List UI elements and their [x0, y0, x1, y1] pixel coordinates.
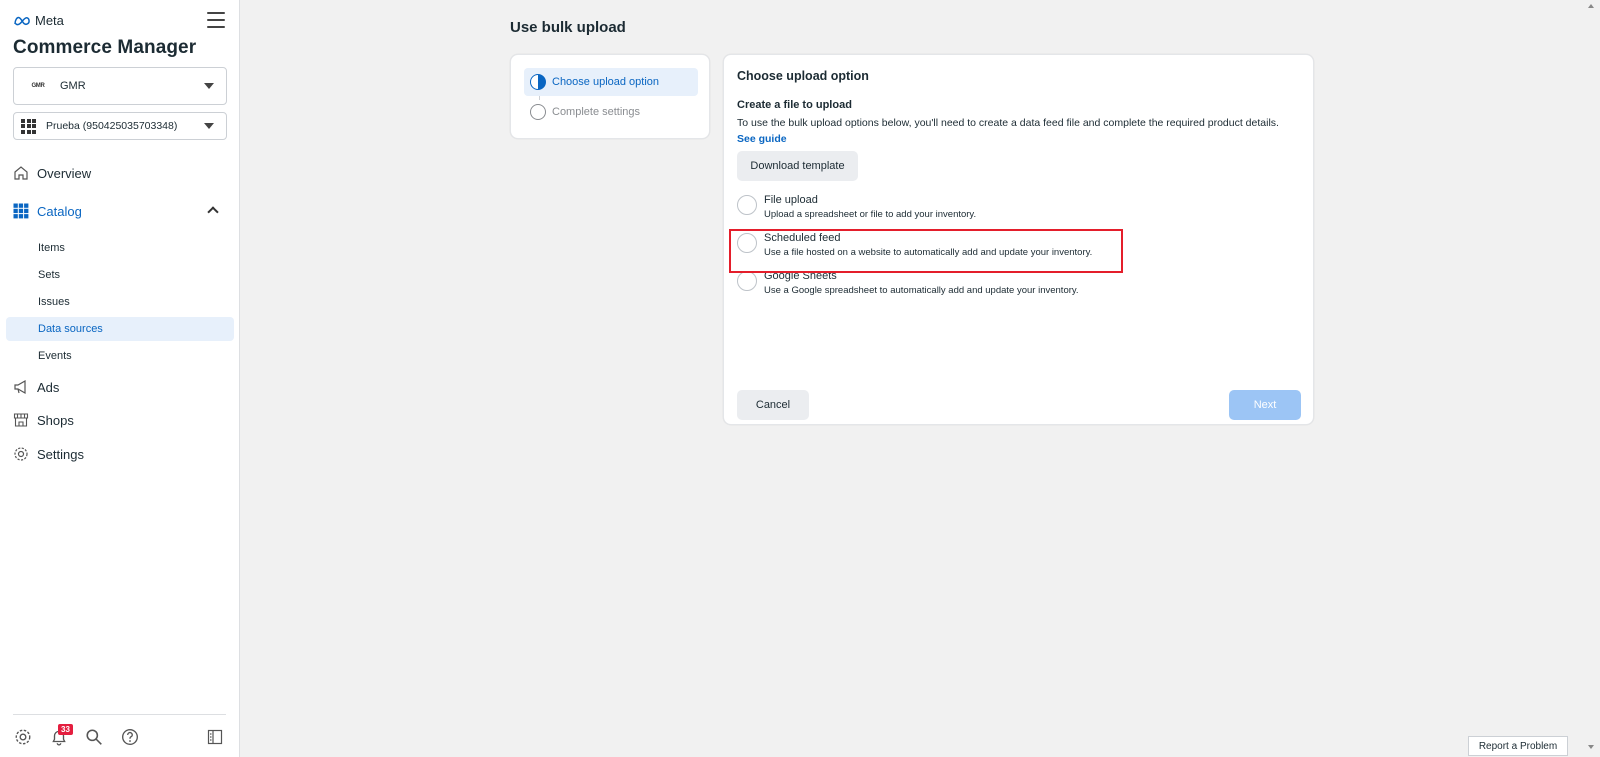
option-title: Scheduled feed — [764, 232, 841, 244]
download-template-button[interactable]: Download template — [737, 151, 858, 181]
option-description: Use a file hosted on a website to automa… — [764, 247, 1093, 258]
meta-brand-label: Meta — [35, 13, 64, 28]
card-description: To use the bulk upload options below, yo… — [737, 115, 1297, 147]
sidebar-item-events[interactable]: Events — [6, 344, 234, 368]
step-empty-icon — [530, 104, 546, 120]
nav-ads-label: Ads — [37, 379, 60, 395]
step-pending-label: Complete settings — [552, 106, 641, 118]
nav-shops[interactable]: Shops — [13, 412, 74, 428]
step-progress-icon — [530, 74, 546, 90]
nav-ads[interactable]: Ads — [13, 379, 59, 395]
business-selector[interactable]: GMR GMR — [13, 67, 227, 105]
card-description-text: To use the bulk upload options below, yo… — [737, 117, 1279, 129]
sidebar-divider — [13, 714, 226, 715]
cancel-button[interactable]: Cancel — [737, 390, 809, 420]
sidebar-item-data-sources[interactable]: Data sources — [6, 317, 234, 341]
business-name: GMR — [60, 80, 86, 92]
step-current-label: Choose upload option — [552, 76, 660, 88]
radio-google-sheets[interactable] — [737, 271, 757, 291]
report-problem-button[interactable]: Report a Problem — [1468, 736, 1568, 756]
option-scheduled-feed[interactable]: Scheduled feed Use a file hosted on a we… — [737, 231, 1297, 265]
sidebar-item-items[interactable]: Items — [6, 236, 234, 260]
home-icon — [13, 165, 29, 181]
shop-icon — [13, 412, 29, 428]
radio-file-upload[interactable] — [737, 195, 757, 215]
caret-down-icon — [204, 123, 214, 129]
gear-icon — [13, 446, 29, 462]
app-title: Commerce Manager — [13, 37, 197, 58]
megaphone-icon — [13, 379, 29, 395]
meta-logo-icon — [14, 16, 30, 25]
settings-gear-icon[interactable] — [13, 727, 33, 747]
menu-icon[interactable] — [207, 12, 225, 28]
caret-down-icon — [204, 83, 214, 89]
page-title: Use bulk upload — [510, 19, 626, 36]
step-complete-settings[interactable]: Complete settings — [524, 98, 698, 126]
option-file-upload[interactable]: File upload Upload a spreadsheet or file… — [737, 193, 1297, 227]
sidebar-item-issues[interactable]: Issues — [6, 290, 234, 314]
option-google-sheets[interactable]: Google Sheets Use a Google spreadsheet t… — [737, 269, 1297, 303]
search-icon[interactable] — [84, 727, 104, 747]
help-icon[interactable] — [120, 727, 140, 747]
nav-settings[interactable]: Settings — [13, 446, 84, 462]
nav-catalog[interactable]: Catalog — [13, 203, 82, 219]
card-title: Choose upload option — [737, 69, 869, 83]
nav-shops-label: Shops — [37, 412, 74, 428]
catalog-grid-icon — [21, 118, 36, 134]
nav-catalog-label: Catalog — [37, 203, 82, 219]
nav-settings-label: Settings — [37, 446, 84, 462]
option-title: File upload — [764, 194, 818, 206]
sidebar: Meta Commerce Manager GMR GMR Prueba (95… — [0, 0, 240, 757]
collapse-panel-icon[interactable] — [205, 727, 225, 747]
notification-badge: 33 — [58, 724, 73, 735]
nav-overview[interactable]: Overview — [13, 165, 91, 181]
radio-scheduled-feed[interactable] — [737, 233, 757, 253]
steps-card: Choose upload option Complete settings — [510, 54, 710, 139]
catalog-selector[interactable]: Prueba (950425035703348) — [13, 112, 227, 140]
option-title: Google Sheets — [764, 270, 837, 282]
business-logo: GMR — [31, 83, 45, 89]
scroll-down-arrow-icon[interactable] — [1588, 745, 1594, 749]
upload-option-card: Choose upload option Create a file to up… — [723, 54, 1314, 425]
catalog-icon — [13, 203, 29, 219]
catalog-name: Prueba (950425035703348) — [46, 120, 178, 132]
chevron-up-icon[interactable] — [207, 206, 219, 218]
option-description: Use a Google spreadsheet to automaticall… — [764, 285, 1079, 296]
scroll-up-arrow-icon[interactable] — [1588, 4, 1594, 8]
sidebar-item-sets[interactable]: Sets — [6, 263, 234, 287]
option-description: Upload a spreadsheet or file to add your… — [764, 209, 977, 220]
meta-brand[interactable]: Meta — [13, 13, 64, 28]
step-choose-upload-option[interactable]: Choose upload option — [524, 68, 698, 96]
next-button[interactable]: Next — [1229, 390, 1301, 420]
nav-overview-label: Overview — [37, 165, 92, 181]
card-subtitle: Create a file to upload — [737, 99, 852, 111]
see-guide-link[interactable]: See guide — [737, 133, 787, 145]
